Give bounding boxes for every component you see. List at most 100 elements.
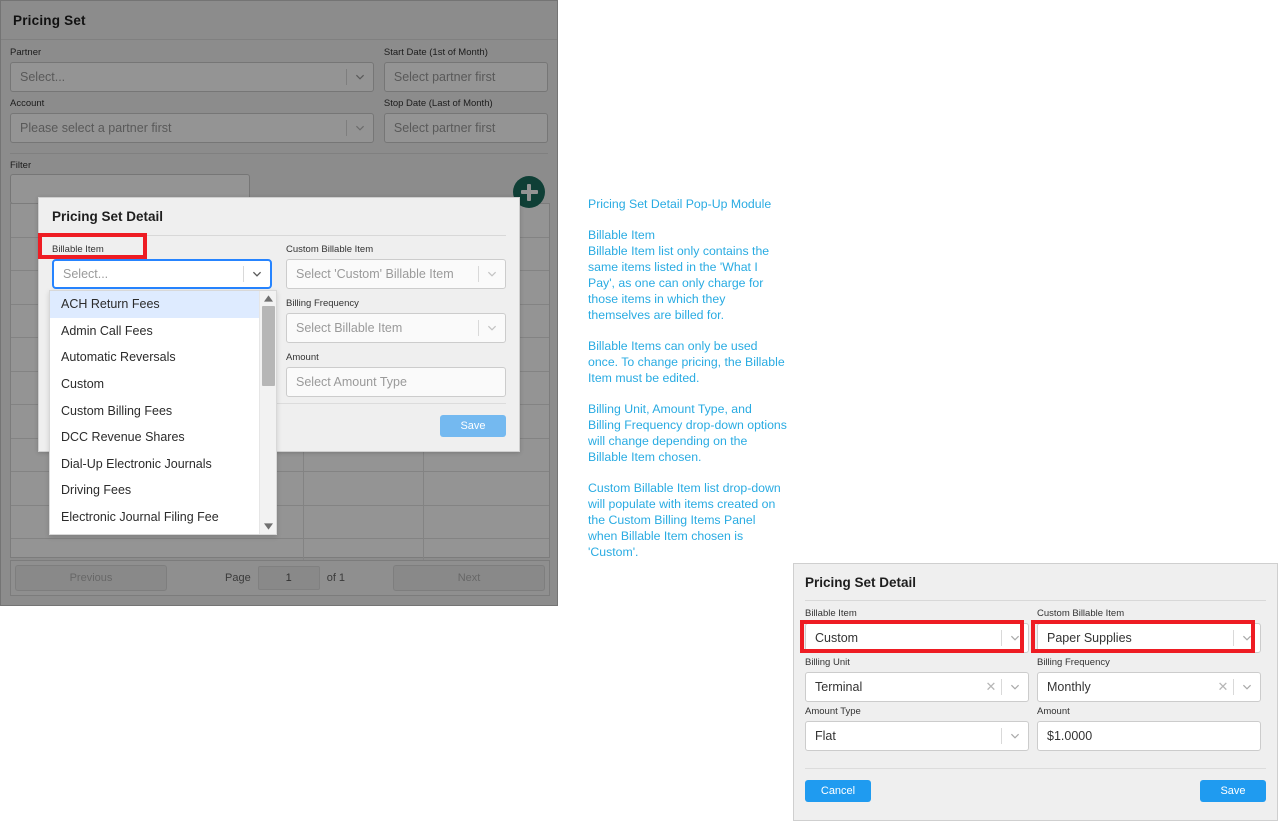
note-paragraph: Billing Unit, Amount Type, and Billing F… bbox=[588, 402, 787, 464]
custom-billable-item-label: Custom Billable Item bbox=[1037, 608, 1125, 619]
amount-input[interactable]: Select Amount Type bbox=[286, 367, 506, 397]
scroll-down-arrow-icon[interactable] bbox=[260, 519, 276, 534]
partner-select-value: Select... bbox=[20, 70, 66, 84]
modal-header: Pricing Set Detail bbox=[39, 198, 519, 235]
list-item[interactable]: Admin Call Fees bbox=[50, 318, 276, 345]
grid-pagination: Previous Page 1 of 1 Next bbox=[10, 560, 550, 596]
page-label: Page bbox=[225, 572, 251, 584]
table-cell bbox=[424, 506, 549, 539]
custom-billable-item-value: Paper Supplies bbox=[1047, 631, 1132, 645]
chevron-down-icon[interactable] bbox=[244, 261, 270, 287]
list-item[interactable]: DCC Revenue Shares bbox=[50, 424, 276, 451]
save-button[interactable]: Save bbox=[440, 415, 506, 437]
dropdown-option-list: ACH Return Fees Admin Call Fees Automati… bbox=[50, 291, 276, 530]
amount-input[interactable]: $1.0000 bbox=[1037, 721, 1261, 751]
list-item[interactable]: Custom Billing Fees bbox=[50, 397, 276, 424]
billing-frequency-label: Billing Frequency bbox=[286, 298, 359, 309]
chevron-down-icon[interactable] bbox=[479, 314, 505, 342]
billing-frequency-select[interactable]: Select Billable Item bbox=[286, 313, 506, 343]
amount-label: Amount bbox=[1037, 706, 1070, 717]
billing-frequency-value: Monthly bbox=[1047, 680, 1091, 694]
amount-value: Select Amount Type bbox=[296, 375, 407, 389]
table-cell bbox=[304, 472, 424, 505]
stop-date-field-group: Stop Date (Last of Month) Select partner… bbox=[383, 98, 548, 143]
cancel-button[interactable]: Cancel bbox=[805, 780, 871, 802]
amount-type-select[interactable]: Flat bbox=[805, 721, 1029, 751]
modal-right-column: Custom Billable Item Select 'Custom' Bil… bbox=[286, 244, 506, 406]
clear-icon[interactable]: ✕ bbox=[1213, 679, 1233, 695]
note-paragraph: Billable Item Billable Item list only co… bbox=[588, 228, 770, 322]
billing-frequency-group: Billing Frequency Select Billable Item bbox=[286, 298, 506, 343]
filter-label: Filter bbox=[10, 160, 32, 171]
custom-billable-item-value: Select 'Custom' Billable Item bbox=[296, 267, 454, 281]
partner-label: Partner bbox=[10, 47, 42, 58]
amount-type-group: Amount Type Flat bbox=[805, 706, 1029, 751]
table-cell bbox=[304, 505, 424, 538]
billing-unit-select[interactable]: Terminal ✕ bbox=[805, 672, 1029, 702]
amount-group: Amount $1.0000 bbox=[1037, 706, 1261, 751]
account-field-group: Account Please select a partner first bbox=[10, 98, 374, 143]
billing-unit-label: Billing Unit bbox=[805, 657, 850, 668]
custom-billable-item-select[interactable]: Paper Supplies bbox=[1037, 623, 1261, 653]
pricing-set-form: Partner Select... Start Date (1st of Mon… bbox=[1, 40, 557, 154]
note-paragraph: Billable Items can only be used once. To… bbox=[588, 339, 785, 385]
chevron-down-icon[interactable] bbox=[479, 260, 505, 288]
custom-billable-item-group: Custom Billable Item Paper Supplies bbox=[1037, 608, 1261, 653]
billable-item-select[interactable]: Custom bbox=[805, 623, 1029, 653]
previous-page-button[interactable]: Previous bbox=[15, 565, 167, 591]
total-pages-label: of 1 bbox=[326, 572, 346, 584]
billing-unit-value: Terminal bbox=[815, 680, 863, 694]
list-item[interactable]: Automatic Reversals bbox=[50, 344, 276, 371]
partner-select[interactable]: Select... bbox=[10, 62, 374, 92]
amount-group: Amount Select Amount Type bbox=[286, 352, 506, 397]
custom-billable-item-label: Custom Billable Item bbox=[286, 244, 374, 255]
account-label: Account bbox=[10, 98, 45, 109]
chevron-down-icon[interactable] bbox=[1002, 722, 1028, 750]
chevron-down-icon[interactable] bbox=[1002, 624, 1028, 652]
custom-billable-item-select[interactable]: Select 'Custom' Billable Item bbox=[286, 259, 506, 289]
start-date-input[interactable]: Select partner first bbox=[383, 62, 548, 92]
list-item[interactable]: Custom bbox=[50, 371, 276, 398]
chevron-down-icon[interactable] bbox=[347, 63, 373, 91]
save-button[interactable]: Save bbox=[1200, 780, 1266, 802]
clear-icon[interactable]: ✕ bbox=[981, 679, 1001, 695]
scrollbar-thumb[interactable] bbox=[262, 306, 275, 386]
billing-frequency-value: Select Billable Item bbox=[296, 321, 403, 335]
page-indicator: Page 1 of 1 bbox=[225, 566, 345, 590]
table-cell bbox=[424, 472, 549, 505]
billable-item-select[interactable]: Select... bbox=[52, 259, 272, 289]
next-page-button[interactable]: Next bbox=[393, 565, 545, 591]
annotation-notes: Pricing Set Detail Pop-Up Module Billabl… bbox=[588, 196, 788, 560]
chevron-down-icon[interactable] bbox=[347, 114, 373, 142]
modal-header: Pricing Set Detail bbox=[794, 564, 1277, 600]
chevron-down-icon[interactable] bbox=[1234, 673, 1260, 701]
page-number-input[interactable]: 1 bbox=[257, 566, 320, 590]
billable-item-label: Billable Item bbox=[805, 608, 857, 619]
list-item[interactable]: ACH Return Fees bbox=[50, 291, 276, 318]
note-paragraph: Custom Billable Item list drop-down will… bbox=[588, 481, 781, 559]
chevron-down-icon[interactable] bbox=[1002, 673, 1028, 701]
start-date-label: Start Date (1st of Month) bbox=[383, 47, 488, 58]
modal-body: Billable Item Custom Custom Billable Ite… bbox=[794, 601, 1277, 751]
amount-type-label: Amount Type bbox=[805, 706, 861, 717]
list-item[interactable]: Electronic Journal Filing Fee bbox=[50, 504, 276, 531]
chevron-down-icon[interactable] bbox=[1234, 624, 1260, 652]
list-item[interactable]: Dial-Up Electronic Journals bbox=[50, 451, 276, 478]
dropdown-scrollbar[interactable] bbox=[259, 291, 276, 534]
note-heading: Pricing Set Detail Pop-Up Module bbox=[588, 197, 772, 211]
list-item[interactable]: Driving Fees bbox=[50, 477, 276, 504]
stop-date-input[interactable]: Select partner first bbox=[383, 113, 548, 143]
billable-item-value: Custom bbox=[815, 631, 859, 645]
plus-icon bbox=[527, 183, 531, 201]
billing-frequency-select[interactable]: Monthly ✕ bbox=[1037, 672, 1261, 702]
billable-item-dropdown-menu[interactable]: ACH Return Fees Admin Call Fees Automati… bbox=[49, 290, 277, 535]
amount-type-value: Flat bbox=[815, 729, 836, 743]
billable-item-value: Select... bbox=[63, 267, 109, 281]
billing-unit-group: Billing Unit Terminal ✕ bbox=[805, 657, 1029, 702]
billing-frequency-label: Billing Frequency bbox=[1037, 657, 1110, 668]
scroll-up-arrow-icon[interactable] bbox=[260, 291, 276, 306]
pricing-set-detail-filled-modal: Pricing Set Detail Billable Item Custom … bbox=[793, 563, 1278, 821]
billable-item-group: Billable Item Select... bbox=[52, 244, 272, 289]
account-select[interactable]: Please select a partner first bbox=[10, 113, 374, 143]
partner-field-group: Partner Select... bbox=[10, 47, 374, 92]
